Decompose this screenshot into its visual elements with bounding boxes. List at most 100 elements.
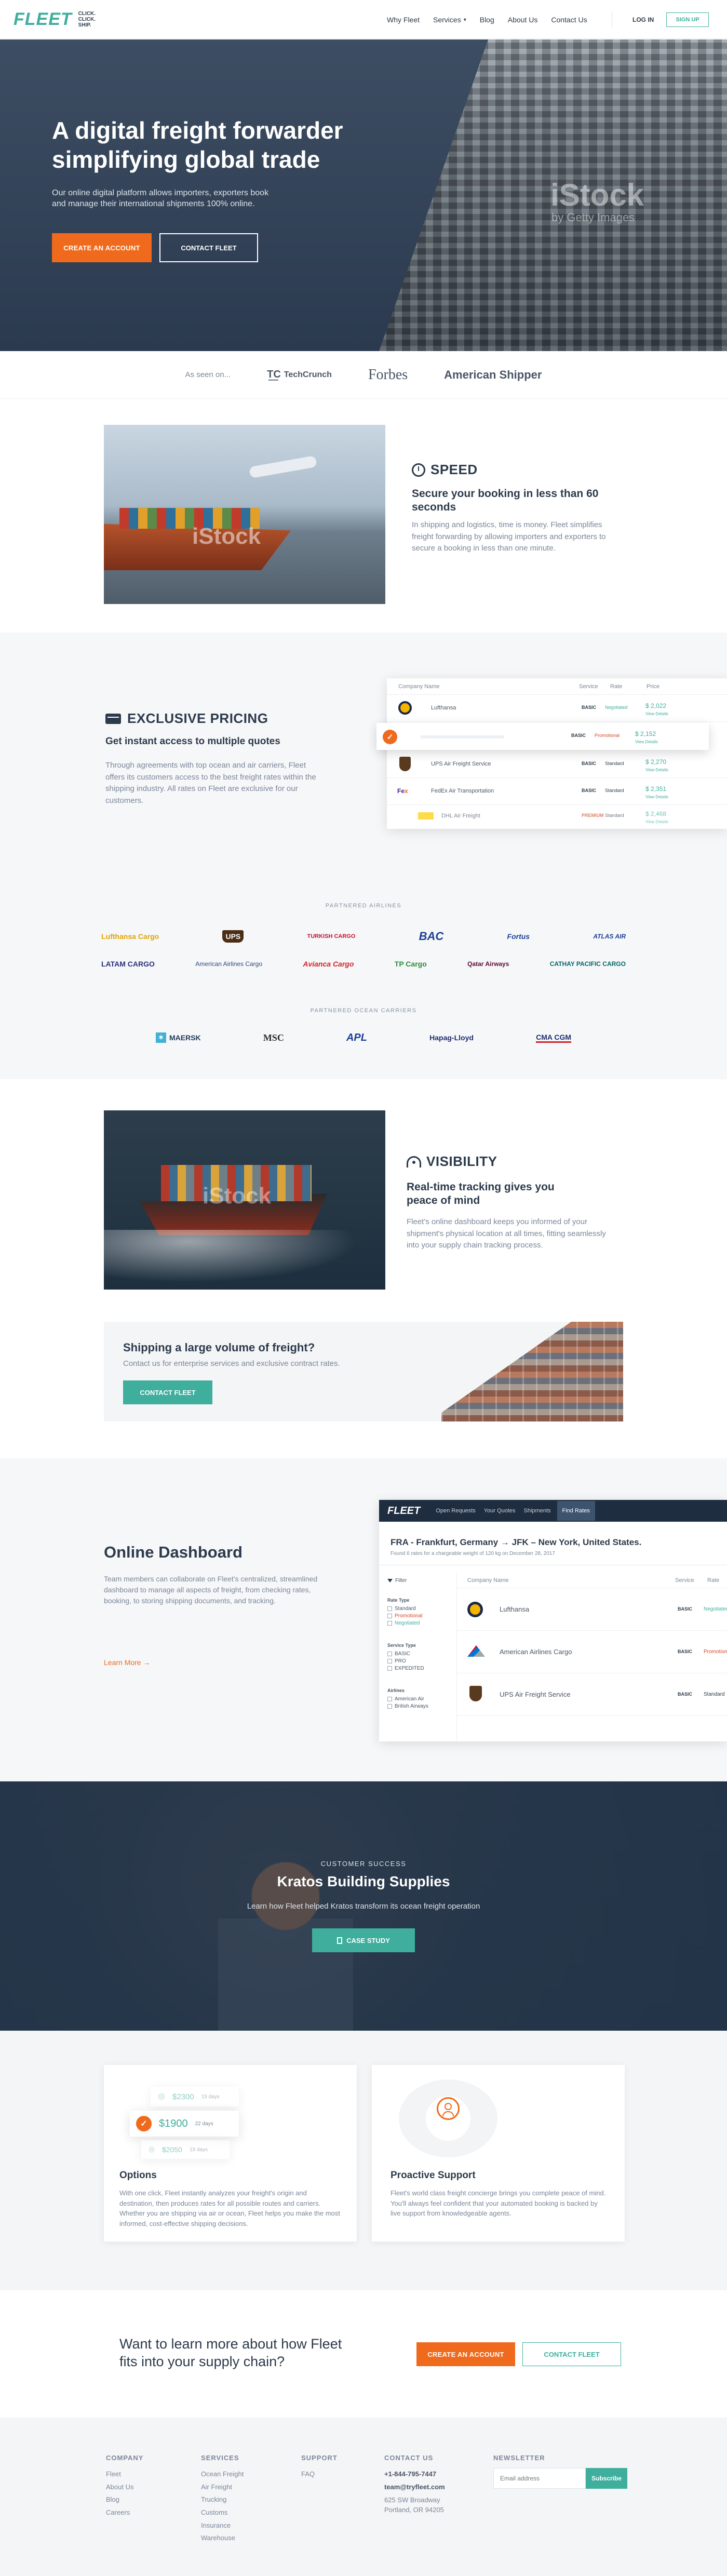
lufthansa-logo-icon xyxy=(467,1602,483,1617)
filter-rate-standard[interactable]: Standard xyxy=(387,1606,416,1612)
nav-why-fleet[interactable]: Why Fleet xyxy=(387,16,420,24)
table-row[interactable]: UPS Air Freight Service BASIC Standard xyxy=(457,1673,727,1716)
table-row[interactable]: American Airlines Cargo BASIC Promotiona… xyxy=(457,1631,727,1673)
filter-service-expedited[interactable]: EXPEDITED xyxy=(387,1666,424,1671)
footer-link[interactable]: Ocean Freight xyxy=(201,2468,244,2481)
volume-contact-button[interactable]: CONTACT FLEET xyxy=(123,1380,212,1404)
filter-airline-american[interactable]: American Air xyxy=(387,1696,424,1702)
app-tab[interactable]: Shipments xyxy=(524,1508,551,1514)
nav-about[interactable]: About Us xyxy=(508,16,538,24)
footer-email[interactable]: team@tryfleet.com xyxy=(384,2481,445,2494)
row-rate: Standard xyxy=(605,788,624,793)
hero-contact-button[interactable]: CONTACT FLEET xyxy=(159,233,258,262)
app-tab[interactable]: Your Quotes xyxy=(484,1508,516,1514)
login-link[interactable]: LOG IN xyxy=(632,16,654,23)
nav-contact[interactable]: Contact Us xyxy=(551,16,587,24)
nav-blog[interactable]: Blog xyxy=(480,16,494,24)
hero-create-account-button[interactable]: CREATE AN ACCOUNT xyxy=(52,233,152,262)
selected-check-icon: ✓ xyxy=(136,2116,152,2131)
cta-create-account-button[interactable]: CREATE AN ACCOUNT xyxy=(416,2342,515,2366)
press-bar: As seen on... T͟C TechCrunch Forbes Ameri… xyxy=(0,351,727,399)
footer-col-support: SUPPORT FAQ xyxy=(301,2454,338,2481)
footer-link[interactable]: Fleet xyxy=(106,2468,143,2481)
dhl-logo-icon xyxy=(418,812,434,820)
signup-button[interactable]: SIGN UP xyxy=(666,12,709,27)
fedex-logo-icon: Fex xyxy=(397,787,408,795)
app-tab-active[interactable]: Find Rates xyxy=(557,1501,595,1521)
row-company: American Airlines Cargo xyxy=(500,1648,572,1656)
success-body: Learn how Fleet helped Kratos transform … xyxy=(247,1902,480,1911)
row-company: Lufthansa xyxy=(500,1605,530,1613)
table-row[interactable]: Lufthansa BASIC Negotiated $ 2,022 View … xyxy=(387,695,727,722)
row-details-link[interactable]: View Details xyxy=(645,820,668,824)
table-row[interactable]: Fex FedEx Air Transportation BASIC Stand… xyxy=(387,778,727,805)
plane-shape xyxy=(249,455,317,479)
footer-link[interactable]: Air Freight xyxy=(201,2481,244,2494)
row-price: $ 2,351 xyxy=(645,785,667,793)
row-details-link[interactable]: View Details xyxy=(635,740,658,744)
speed-subtitle: Secure your booking in less than 60 seco… xyxy=(412,488,599,514)
quote-price: $2300 xyxy=(172,2092,194,2101)
footer-heading: SUPPORT xyxy=(301,2454,338,2462)
airlines-label: PARTNERED AIRLINES xyxy=(325,903,402,909)
forbes-logo: Forbes xyxy=(368,366,408,383)
row-service: PREMIUM xyxy=(582,813,604,818)
table-row-selected[interactable]: ✓ BASIC Promotional $ 2,152 View Details xyxy=(376,723,709,750)
fortus-logo: Fortus xyxy=(507,932,530,941)
dashboard-body: Team members can collaborate on Fleet's … xyxy=(104,1575,318,1605)
hero-watermark-sub: by Getty Images xyxy=(551,211,635,224)
quote-chip: $2050 19 days xyxy=(141,2140,230,2159)
nav-services[interactable]: Services ▾ xyxy=(433,16,466,24)
row-details-link[interactable]: View Details xyxy=(645,795,668,799)
quote-table-header: Company Name Service Rate Price xyxy=(387,678,727,695)
support-agent-icon xyxy=(437,2097,460,2120)
brand-logo: FLEET xyxy=(14,9,72,29)
checkbox-icon xyxy=(387,1621,392,1626)
airlines-row-1: Lufthansa Cargo UPS TURKISH CARGO BAC Fo… xyxy=(101,926,626,947)
filter-rate-promotional[interactable]: Promotional xyxy=(387,1613,422,1619)
app-tab[interactable]: Open Requests xyxy=(436,1508,475,1514)
ocean-label: PARTNERED OCEAN CARRIERS xyxy=(310,1008,417,1014)
filter-rate-negotiated[interactable]: Negotiated xyxy=(387,1620,420,1626)
speed-section: iStock SPEED Secure your booking in less… xyxy=(0,399,727,633)
newsletter-email-input[interactable] xyxy=(493,2468,586,2489)
case-study-button[interactable]: CASE STUDY xyxy=(312,1928,415,1952)
filter-airline-british[interactable]: British Airways xyxy=(387,1703,428,1709)
footer-col-contact: CONTACT US +1-844-795-7447 team@tryfleet… xyxy=(384,2454,445,2515)
footer-phone[interactable]: +1-844-795-7447 xyxy=(384,2468,445,2481)
footer-link[interactable]: Careers xyxy=(106,2506,143,2519)
row-service: BASIC xyxy=(678,1649,693,1654)
table-row[interactable]: UPS Air Freight Service BASIC Standard $… xyxy=(387,751,727,778)
row-details-link[interactable]: View Details xyxy=(645,768,668,772)
cta-band: Want to learn more about how Fleet fits … xyxy=(0,2290,727,2418)
table-row[interactable]: Lufthansa BASIC Negotiated xyxy=(457,1588,727,1631)
quote-chip-selected[interactable]: ✓ $1900 22 days xyxy=(130,2111,239,2137)
apl-logo: APL xyxy=(346,1031,367,1043)
footer-link[interactable]: Customs xyxy=(201,2506,244,2519)
cta-contact-button[interactable]: CONTACT FLEET xyxy=(522,2342,621,2366)
footer-link[interactable]: About Us xyxy=(106,2481,143,2494)
filter-service-basic[interactable]: BASIC xyxy=(387,1651,410,1657)
dashboard-learn-more-link[interactable]: Learn More → xyxy=(104,1658,150,1667)
row-service: BASIC xyxy=(582,788,597,793)
speed-photo-watermark: iStock xyxy=(192,524,261,549)
visibility-body: Fleet's online dashboard keeps you infor… xyxy=(407,1217,606,1250)
table-row[interactable]: DHL Air Freight PREMIUM Standard $ 2,468… xyxy=(418,805,727,829)
footer-link[interactable]: Blog xyxy=(106,2493,143,2506)
quote-days: 22 days xyxy=(195,2121,213,2127)
footer-link[interactable]: Insurance xyxy=(201,2519,244,2532)
footer-link[interactable]: Trucking xyxy=(201,2493,244,2506)
filter-service-pro[interactable]: PRO xyxy=(387,1658,406,1664)
row-price: $ 2,022 xyxy=(645,702,667,709)
speed-body: In shipping and logistics, time is money… xyxy=(412,520,606,553)
row-rate: Negotiated xyxy=(605,705,628,710)
volume-body: Contact us for enterprise services and e… xyxy=(123,1359,340,1368)
footer-link[interactable]: FAQ xyxy=(301,2468,338,2481)
row-company: DHL Air Freight xyxy=(441,813,480,819)
footer-link[interactable]: Warehouse xyxy=(201,2532,244,2545)
quote-days: 15 days xyxy=(201,2094,220,2100)
row-details-link[interactable]: View Details xyxy=(645,712,668,716)
pricing-title: EXCLUSIVE PRICING xyxy=(127,710,268,726)
brand[interactable]: FLEET CLICK. CLICK. SHIP. xyxy=(14,9,96,30)
newsletter-subscribe-button[interactable]: Subscribe xyxy=(586,2468,627,2489)
